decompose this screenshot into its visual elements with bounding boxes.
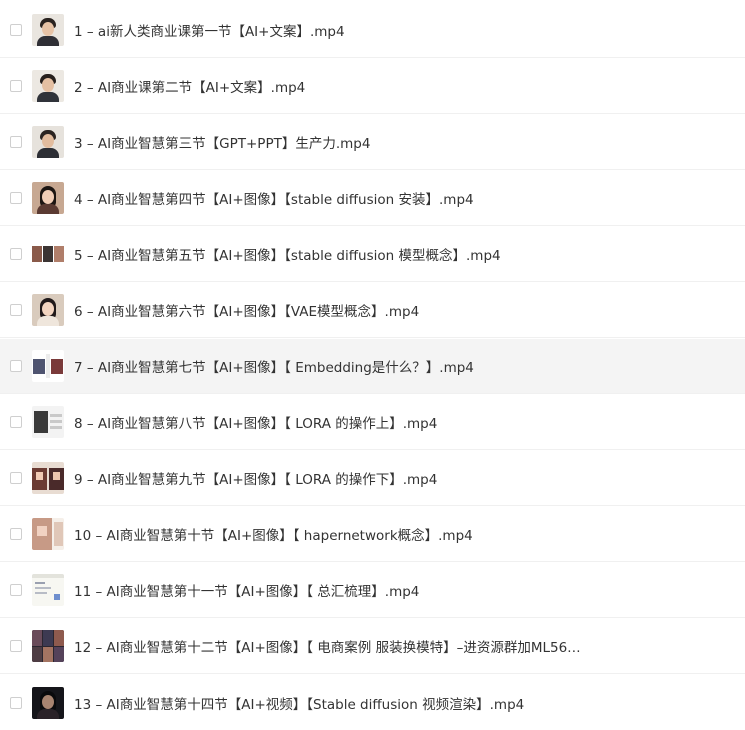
- file-name[interactable]: 11 – AI商业智慧第十一节【AI+图像】【 总汇梳理】.mp4: [74, 580, 419, 600]
- row-checkbox[interactable]: [10, 640, 22, 652]
- row-checkbox[interactable]: [10, 24, 22, 36]
- man-portrait-icon: [32, 14, 64, 46]
- image-grid-icon: [32, 238, 64, 270]
- file-name[interactable]: 8 – AI商业智慧第八节【AI+图像】【 LORA 的操作上】.mp4: [74, 412, 437, 432]
- row-checkbox[interactable]: [10, 584, 22, 596]
- row-checkbox[interactable]: [10, 304, 22, 316]
- file-row[interactable]: 5 – AI商业智慧第五节【AI+图像】【stable diffusion 模型…: [0, 227, 745, 282]
- file-name[interactable]: 5 – AI商业智慧第五节【AI+图像】【stable diffusion 模型…: [74, 244, 501, 264]
- file-list: 1 – ai新人类商业课第一节【AI+文案】.mp4 2 – AI商业课第二节【…: [0, 0, 745, 729]
- woman-portrait-icon: [32, 182, 64, 214]
- row-checkbox[interactable]: [10, 472, 22, 484]
- file-name[interactable]: 3 – AI商业智慧第三节【GPT+PPT】生产力.mp4: [74, 132, 370, 152]
- file-row[interactable]: 11 – AI商业智慧第十一节【AI+图像】【 总汇梳理】.mp4: [0, 563, 745, 618]
- file-name[interactable]: 2 – AI商业课第二节【AI+文案】.mp4: [74, 76, 305, 96]
- image-grid-icon: [32, 406, 64, 438]
- file-name[interactable]: 13 – AI商业智慧第十四节【AI+视频】【Stable diffusion …: [74, 693, 524, 713]
- image-grid-icon: [32, 350, 64, 382]
- file-name[interactable]: 12 – AI商业智慧第十二节【AI+图像】【 电商案例 服装换模特】–进资源群…: [74, 636, 581, 656]
- file-name[interactable]: 4 – AI商业智慧第四节【AI+图像】【stable diffusion 安装…: [74, 188, 474, 208]
- row-checkbox[interactable]: [10, 696, 22, 709]
- row-checkbox[interactable]: [10, 136, 22, 148]
- file-row[interactable]: 8 – AI商业智慧第八节【AI+图像】【 LORA 的操作上】.mp4: [0, 395, 745, 450]
- file-name[interactable]: 6 – AI商业智慧第六节【AI+图像】【VAE模型概念】.mp4: [74, 300, 419, 320]
- dark-portrait-icon: [32, 686, 64, 719]
- row-checkbox[interactable]: [10, 360, 22, 372]
- screenshot-icon: [32, 574, 64, 606]
- file-row[interactable]: 6 – AI商业智慧第六节【AI+图像】【VAE模型概念】.mp4: [0, 283, 745, 338]
- file-row[interactable]: 2 – AI商业课第二节【AI+文案】.mp4: [0, 59, 745, 114]
- file-name[interactable]: 9 – AI商业智慧第九节【AI+图像】【 LORA 的操作下】.mp4: [74, 468, 437, 488]
- file-row[interactable]: 3 – AI商业智慧第三节【GPT+PPT】生产力.mp4: [0, 115, 745, 170]
- row-checkbox[interactable]: [10, 528, 22, 540]
- file-row[interactable]: 7 – AI商业智慧第七节【AI+图像】【 Embedding是什么？】.mp4: [0, 339, 745, 394]
- row-checkbox[interactable]: [10, 192, 22, 204]
- row-checkbox[interactable]: [10, 248, 22, 260]
- file-row[interactable]: 12 – AI商业智慧第十二节【AI+图像】【 电商案例 服装换模特】–进资源群…: [0, 619, 745, 674]
- file-row[interactable]: 13 – AI商业智慧第十四节【AI+视频】【Stable diffusion …: [0, 675, 745, 730]
- file-name[interactable]: 7 – AI商业智慧第七节【AI+图像】【 Embedding是什么？】.mp4: [74, 356, 474, 376]
- file-name[interactable]: 1 – ai新人类商业课第一节【AI+文案】.mp4: [74, 20, 345, 40]
- file-row[interactable]: 10 – AI商业智慧第十节【AI+图像】【 hapernetwork概念】.m…: [0, 507, 745, 562]
- file-name[interactable]: 10 – AI商业智慧第十节【AI+图像】【 hapernetwork概念】.m…: [74, 524, 473, 544]
- file-row[interactable]: 9 – AI商业智慧第九节【AI+图像】【 LORA 的操作下】.mp4: [0, 451, 745, 506]
- man-portrait-icon: [32, 126, 64, 158]
- row-checkbox[interactable]: [10, 80, 22, 92]
- woman-portrait-icon: [32, 462, 64, 494]
- man-portrait-icon: [32, 70, 64, 102]
- woman-portrait-icon: [32, 294, 64, 326]
- file-row[interactable]: 1 – ai新人类商业课第一节【AI+文案】.mp4: [0, 3, 745, 58]
- file-row[interactable]: 4 – AI商业智慧第四节【AI+图像】【stable diffusion 安装…: [0, 171, 745, 226]
- row-checkbox[interactable]: [10, 416, 22, 428]
- woman-portrait-icon: [32, 518, 64, 550]
- image-grid-icon: [32, 630, 64, 662]
